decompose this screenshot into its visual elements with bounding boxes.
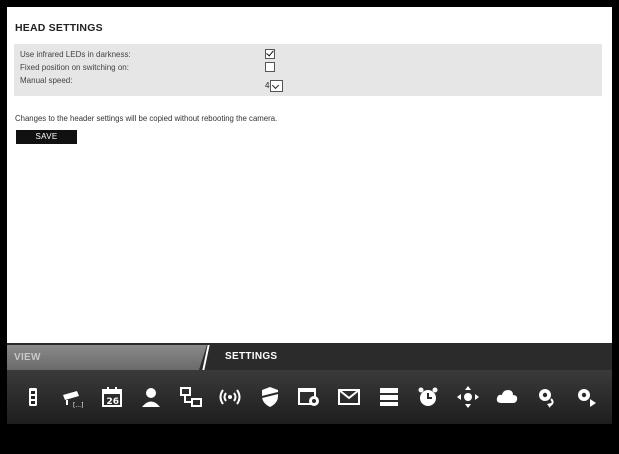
email-icon[interactable]	[336, 384, 362, 410]
user-icon[interactable]	[138, 384, 164, 410]
calendar-day: 26	[106, 397, 119, 407]
manual-speed-select[interactable]: 4	[265, 79, 284, 92]
camera-settings-icon[interactable]: [...]	[59, 384, 85, 410]
camera-io-icon[interactable]	[20, 384, 46, 410]
page-title: HEAD SETTINGS	[15, 22, 103, 34]
wireless-icon[interactable]	[217, 384, 243, 410]
setting-row-fixed-position: Fixed position on switching on:	[14, 62, 602, 75]
setting-row-infrared: Use infrared LEDs in darkness:	[14, 49, 602, 62]
system-update-icon[interactable]	[534, 384, 560, 410]
setting-row-manual-speed: Manual speed: 4	[14, 75, 602, 92]
ptz-control-icon[interactable]	[455, 384, 481, 410]
security-shield-icon[interactable]	[257, 384, 283, 410]
storage-icon[interactable]	[376, 384, 402, 410]
tab-settings[interactable]: SETTINGS	[225, 351, 277, 362]
calendar-icon[interactable]: 26	[99, 384, 125, 410]
tab-view-label: VIEW	[14, 352, 41, 363]
chevron-down-icon[interactable]	[270, 79, 284, 92]
setting-label-manual-speed: Manual speed:	[20, 76, 73, 85]
setting-label-fixed-position: Fixed position on switching on:	[20, 63, 129, 72]
network-icon[interactable]	[178, 384, 204, 410]
cloud-icon[interactable]	[494, 384, 520, 410]
advanced-settings-icon[interactable]	[573, 384, 599, 410]
fixed-position-checkbox[interactable]	[265, 62, 275, 72]
web-settings-icon[interactable]	[296, 384, 322, 410]
manual-speed-value: 4	[265, 81, 270, 90]
setting-label-infrared: Use infrared LEDs in darkness:	[20, 50, 131, 59]
info-note: Changes to the header settings will be c…	[15, 114, 278, 123]
tab-view[interactable]: VIEW	[7, 345, 207, 370]
infrared-leds-checkbox[interactable]	[265, 49, 275, 59]
svg-text:[...]: [...]	[73, 402, 83, 409]
head-settings-form: Use infrared LEDs in darkness: Fixed pos…	[14, 44, 602, 96]
alarm-clock-icon[interactable]	[415, 384, 441, 410]
camera-web-ui: HEAD SETTINGS Use infrared LEDs in darkn…	[0, 0, 619, 454]
save-button[interactable]: SAVE	[16, 130, 77, 144]
tab-bar: VIEW SETTINGS	[7, 343, 612, 370]
settings-toolbar: [...] 26	[7, 370, 612, 424]
